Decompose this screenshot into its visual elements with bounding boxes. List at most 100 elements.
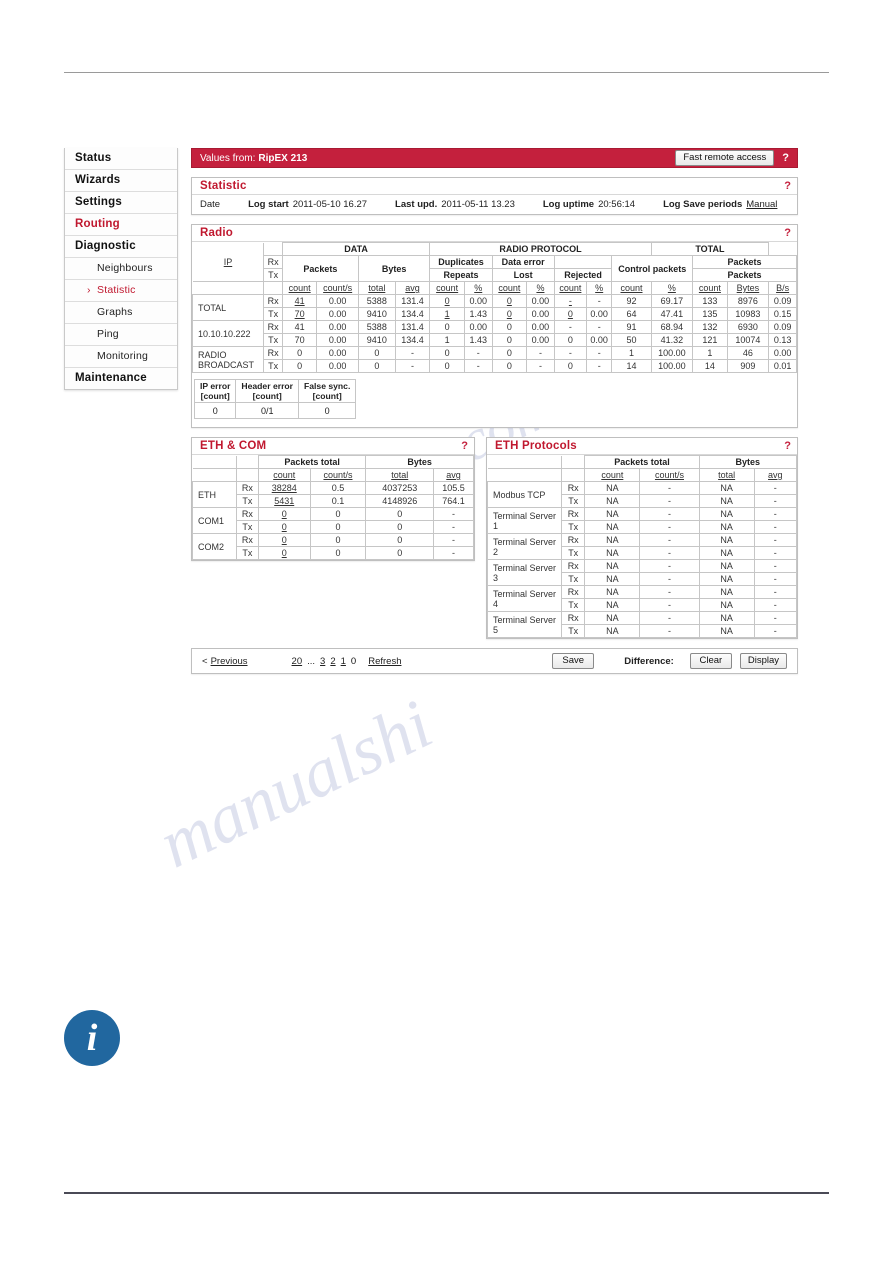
data-cell[interactable]: 38284 bbox=[257, 481, 311, 495]
data-cell[interactable]: 0 bbox=[491, 294, 528, 308]
data-cell[interactable]: 41 bbox=[281, 294, 318, 308]
help-icon[interactable]: ? bbox=[782, 152, 789, 164]
eth-protocols-help-icon[interactable]: ? bbox=[784, 440, 791, 452]
data-cell[interactable]: - bbox=[553, 294, 588, 308]
data-cell: 0 bbox=[491, 346, 528, 360]
data-cell: 14 bbox=[611, 359, 652, 373]
table-row: Tx 70 0.00 9410 134.4 1 1.43 0 0.00 0 0.00 50 41.32 1… bbox=[193, 333, 797, 347]
column-header[interactable]: count bbox=[257, 468, 311, 482]
data-cell[interactable]: 70 bbox=[281, 307, 318, 321]
data-cell: NA bbox=[698, 533, 755, 547]
data-cell: - bbox=[433, 546, 474, 560]
data-cell: NA bbox=[584, 533, 641, 547]
row-direction: Tx bbox=[263, 359, 283, 373]
statistic-help-icon[interactable]: ? bbox=[784, 180, 791, 192]
save-button[interactable]: Save bbox=[552, 653, 595, 669]
log-save-value-link[interactable]: Manual bbox=[746, 199, 777, 210]
data-cell: NA bbox=[584, 546, 641, 560]
row-direction: Rx bbox=[263, 346, 283, 360]
sidebar-item-statistic[interactable]: Statistic bbox=[65, 280, 177, 302]
data-cell: 41.32 bbox=[650, 333, 694, 347]
data-cell: - bbox=[639, 507, 700, 521]
eth-com-column: ETH & COM ? Packets total Bytes count count… bbox=[191, 437, 475, 639]
error-column-header: IP error [count] bbox=[193, 379, 237, 403]
data-cell[interactable]: 1 bbox=[429, 307, 465, 321]
data-cell: NA bbox=[584, 559, 641, 573]
column-header[interactable]: count/s bbox=[309, 468, 367, 482]
sidebar-item-graphs[interactable]: Graphs bbox=[65, 302, 177, 324]
data-cell[interactable]: 0 bbox=[257, 520, 311, 534]
column-header[interactable]: total bbox=[698, 468, 755, 482]
data-cell: 0.00 bbox=[316, 333, 359, 347]
radio-help-icon[interactable]: ? bbox=[784, 227, 791, 239]
column-header[interactable]: B/s bbox=[768, 281, 797, 295]
column-header[interactable]: count bbox=[281, 281, 318, 295]
sidebar-item-ping[interactable]: Ping bbox=[65, 324, 177, 346]
column-header[interactable]: total bbox=[365, 468, 435, 482]
column-header[interactable]: count bbox=[429, 281, 465, 295]
column-header[interactable]: count/s bbox=[316, 281, 359, 295]
column-header[interactable]: count bbox=[692, 281, 728, 295]
page-link-1[interactable]: 1 bbox=[341, 656, 346, 667]
page-link-3[interactable]: 3 bbox=[320, 656, 325, 667]
data-cell[interactable]: 0 bbox=[491, 307, 528, 321]
column-header[interactable]: count/s bbox=[639, 468, 700, 482]
sidebar-item-label: Settings bbox=[75, 196, 122, 208]
column-header[interactable]: % bbox=[650, 281, 694, 295]
sidebar-item-wizards[interactable]: Wizards bbox=[65, 170, 177, 192]
column-header[interactable]: Bytes bbox=[726, 281, 770, 295]
column-header[interactable]: count bbox=[611, 281, 652, 295]
column-header[interactable]: % bbox=[526, 281, 555, 295]
refresh-link[interactable]: Refresh bbox=[368, 656, 401, 667]
data-cell: 0.15 bbox=[768, 307, 797, 321]
data-cell: 132 bbox=[692, 320, 728, 334]
display-button[interactable]: Display bbox=[739, 653, 787, 669]
data-cell[interactable]: 0 bbox=[257, 546, 311, 560]
column-header[interactable]: total bbox=[357, 281, 396, 295]
data-cell[interactable]: 5431 bbox=[257, 494, 311, 508]
sidebar-nav: Status Wizards Settings Routing Diagnostic Ne… bbox=[64, 148, 178, 390]
data-cell: 0 bbox=[281, 346, 318, 360]
data-cell[interactable]: 0 bbox=[257, 533, 311, 547]
page-link-20[interactable]: 20 bbox=[292, 656, 303, 667]
table-row: TOTAL Rx 41 0.00 5388 131.4 0 0.00 0 0.00- -92 69.1… bbox=[191, 294, 797, 321]
data-cell: 0.00 bbox=[463, 294, 493, 308]
data-cell: 134.4 bbox=[394, 333, 431, 347]
row-direction: Tx bbox=[561, 494, 586, 508]
sidebar-item-settings[interactable]: Settings bbox=[65, 192, 177, 214]
sidebar-item-neighbours[interactable]: Neighbours bbox=[65, 258, 177, 280]
data-cell[interactable]: 0 bbox=[553, 307, 588, 321]
data-cell: 4037253 bbox=[365, 481, 435, 495]
column-header[interactable]: avg bbox=[433, 468, 474, 482]
row-label: TOTAL bbox=[191, 294, 265, 321]
clear-button[interactable]: Clear bbox=[689, 653, 732, 669]
data-cell: 0 bbox=[491, 359, 528, 373]
sidebar-item-diagnostic[interactable]: Diagnostic bbox=[65, 236, 177, 258]
page-current: 0 bbox=[350, 655, 357, 667]
data-cell: - bbox=[433, 533, 474, 547]
column-header[interactable]: count bbox=[553, 281, 588, 295]
prev-arrow-icon[interactable]: < bbox=[202, 656, 208, 667]
sidebar-item-status[interactable]: Status bbox=[65, 148, 177, 170]
page-link-2[interactable]: 2 bbox=[330, 656, 335, 667]
data-cell: - bbox=[586, 320, 613, 334]
data-cell: 133 bbox=[692, 294, 728, 308]
data-cell[interactable]: 0 bbox=[429, 294, 465, 308]
sidebar-item-routing[interactable]: Routing bbox=[65, 214, 177, 236]
column-header[interactable]: avg bbox=[753, 468, 798, 482]
previous-link[interactable]: Previous bbox=[211, 656, 248, 667]
data-cell[interactable]: 0 bbox=[257, 507, 311, 521]
sidebar-item-monitoring[interactable]: Monitoring bbox=[65, 346, 177, 368]
radio-header-rx-row: Rx Packets Bytes Duplicates Data error Contro… bbox=[193, 255, 797, 282]
data-cell: NA bbox=[698, 572, 755, 586]
fast-remote-access-button[interactable]: Fast remote access bbox=[675, 150, 775, 166]
column-header[interactable]: count bbox=[491, 281, 528, 295]
log-save-periods-field: Log Save periods Manual bbox=[663, 199, 777, 210]
table-row: Modbus TCP Rx NA - NA - bbox=[486, 481, 798, 508]
sidebar-item-maintenance[interactable]: Maintenance bbox=[65, 368, 177, 389]
column-header[interactable]: % bbox=[586, 281, 613, 295]
column-header[interactable]: count bbox=[584, 468, 641, 482]
column-header[interactable]: avg bbox=[394, 281, 431, 295]
column-header[interactable]: % bbox=[463, 281, 493, 295]
eth-com-help-icon[interactable]: ? bbox=[461, 440, 468, 452]
